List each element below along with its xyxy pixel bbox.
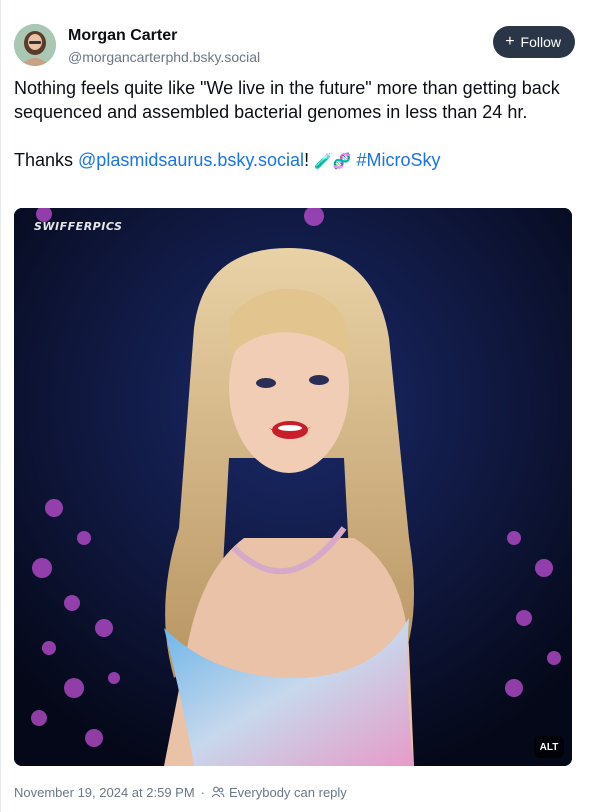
post-paragraph-thanks: Thanks @plasmidsaurus.bsky.social! 🧪🧬 #M… <box>14 148 573 173</box>
timestamp[interactable]: November 19, 2024 at 2:59 PM <box>14 785 195 800</box>
post-footer: November 19, 2024 at 2:59 PM · Everybody… <box>14 782 575 802</box>
footer-separator: · <box>200 784 206 800</box>
frame-border <box>0 0 1 812</box>
avatar[interactable] <box>14 24 56 66</box>
emoji-icons: 🧪🧬 <box>314 152 352 170</box>
post-header: Morgan Carter @morgancarterphd.bsky.soci… <box>14 22 575 68</box>
alt-text-button[interactable]: ALT <box>534 736 564 758</box>
watermark: SWIFFERPICS <box>34 220 123 233</box>
post-image[interactable]: SWIFFERPICS ALT <box>14 208 572 766</box>
mention-link[interactable]: @plasmidsaurus.bsky.social <box>78 150 304 170</box>
post-text: Nothing feels quite like "We live in the… <box>14 76 573 173</box>
follow-button[interactable]: + Follow <box>493 26 575 58</box>
concert-photo <box>14 208 572 766</box>
author-names: Morgan Carter @morgancarterphd.bsky.soci… <box>68 26 260 67</box>
follow-label: Follow <box>520 34 561 50</box>
author-handle[interactable]: @morgancarterphd.bsky.social <box>68 47 260 67</box>
reply-setting[interactable]: Everybody can reply <box>229 785 347 800</box>
display-name[interactable]: Morgan Carter <box>68 26 260 46</box>
thanks-prefix: Thanks <box>14 150 79 170</box>
plus-icon: + <box>505 33 515 50</box>
people-icon <box>211 785 225 799</box>
post-paragraph: Nothing feels quite like "We live in the… <box>14 78 560 122</box>
hashtag-link[interactable]: #MicroSky <box>356 150 440 170</box>
